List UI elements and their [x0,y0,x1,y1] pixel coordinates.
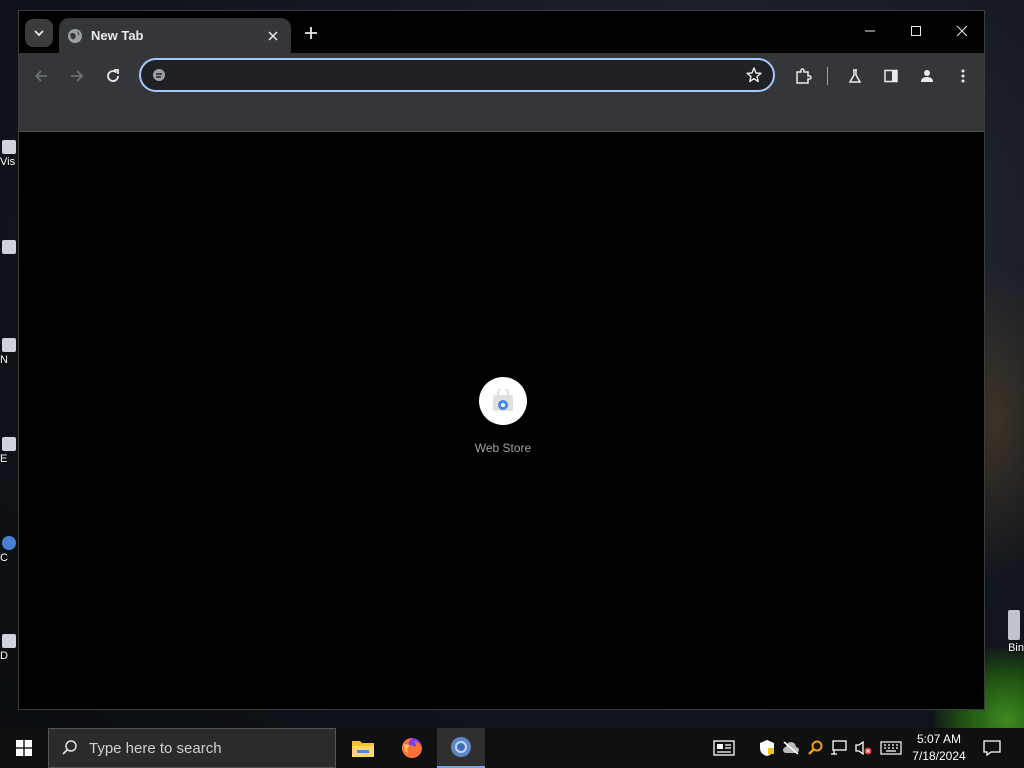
tab-title: New Tab [91,28,144,43]
desktop-icon-d[interactable]: D [0,634,18,663]
close-icon [956,25,968,37]
tab-close-button[interactable] [263,26,283,46]
reload-icon [107,69,119,82]
taskbar-firefox[interactable] [388,728,436,768]
app-icon [2,634,16,648]
tab-search-button[interactable] [25,19,53,47]
network-icon [831,740,847,755]
desktop-icon-c[interactable]: C [0,536,18,565]
flask-icon [848,69,862,83]
clock-date: 7/18/2024 [912,749,966,763]
arrow-left-icon [34,70,47,82]
shortcut-web-store[interactable]: Web Store [463,377,543,455]
new-tab-button[interactable] [299,21,323,45]
taskbar: 5:07 AM 7/18/2024 [0,728,1024,768]
chrome-icon [451,737,471,757]
globe-icon [68,28,82,43]
shield-icon [760,740,774,756]
news-icon [713,740,735,756]
tab-new-tab[interactable]: New Tab [59,18,291,53]
star-icon[interactable] [745,66,763,84]
web-store-icon [493,389,513,411]
kebab-menu-icon [961,69,965,83]
address-bar[interactable] [139,58,775,92]
menu-button[interactable] [949,62,977,90]
puzzle-icon [796,68,812,84]
tray-volume[interactable] [853,738,873,758]
side-panel-icon [884,69,898,83]
tray-keyboard[interactable] [879,738,903,758]
taskbar-search-input[interactable] [89,739,319,757]
desktop-icon-recycle-bin[interactable]: Bin [984,610,1024,655]
tray-news-widget[interactable] [712,738,736,758]
start-button[interactable] [0,728,48,768]
app-icon [2,437,16,451]
desktop-icon-label: C [0,552,8,564]
speaker-muted-icon [855,740,872,756]
notification-icon [983,740,1001,756]
magnifier-icon [808,740,823,755]
desktop-icon-label: Vis [0,156,16,168]
maximize-icon [911,26,921,36]
tray-onedrive[interactable] [781,738,801,758]
minimize-icon [865,30,875,32]
close-icon [268,30,278,41]
forward-button[interactable] [63,62,91,90]
app-icon [2,140,16,154]
desktop-icon-label: N [0,354,8,366]
shortcut-tile [479,377,527,425]
chevron-down-icon [34,30,44,37]
app-icon [2,338,16,352]
tab-strip: New Tab [19,11,984,53]
arrow-right-icon [71,70,84,82]
taskbar-clock[interactable]: 5:07 AM 7/18/2024 [906,731,972,765]
desktop-icon-e[interactable]: E [0,437,18,466]
new-tab-page: Web Store [19,132,984,709]
taskbar-chrome[interactable] [437,728,485,768]
tray-security[interactable] [757,738,777,758]
side-panel-button[interactable] [877,62,905,90]
bookmarks-bar [19,99,984,132]
extensions-button[interactable] [789,62,817,90]
shortcut-label: Web Store [474,441,532,455]
plus-icon [305,27,317,39]
recycle-bin-icon [1008,610,1020,640]
tray-network[interactable] [829,738,849,758]
desktop-icon-n2[interactable]: N [0,338,18,367]
taskbar-file-explorer[interactable] [339,728,387,768]
app-icon [2,536,16,550]
app-icon [2,240,16,254]
labs-button[interactable] [841,62,869,90]
toolbar-divider [827,67,828,85]
reload-button[interactable] [99,62,127,90]
desktop-icon-vis[interactable]: Vis [0,140,18,169]
clock-time: 5:07 AM [916,732,962,746]
desktop-icon-label: Bin [1008,642,1024,654]
tray-search-app[interactable] [805,738,825,758]
desktop-icon-n[interactable] [0,240,18,256]
profile-button[interactable] [913,62,941,90]
taskbar-search[interactable] [48,728,336,768]
search-icon [62,740,77,755]
search-engine-icon [153,69,165,81]
person-icon [921,70,933,82]
browser-toolbar [19,53,984,99]
browser-window: New Tab Web Store [18,10,985,710]
folder-icon [352,741,374,757]
firefox-icon [402,738,422,758]
notification-center-button[interactable] [978,728,1006,768]
minimize-button[interactable] [847,11,893,51]
close-window-button[interactable] [939,11,985,51]
windows-logo-icon [16,740,32,756]
address-input[interactable] [173,64,733,86]
desktop-icon-label: E [0,453,8,465]
keyboard-icon [880,741,902,755]
cloud-off-icon [783,741,799,755]
maximize-button[interactable] [893,11,939,51]
desktop-icon-label: D [0,650,8,662]
back-button[interactable] [27,62,55,90]
